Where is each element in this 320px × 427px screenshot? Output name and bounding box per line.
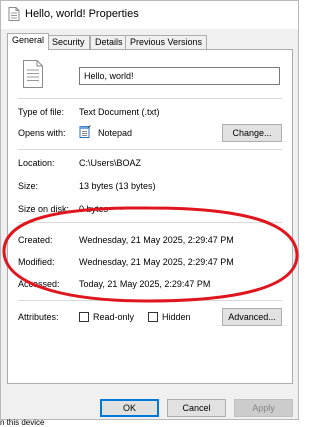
accessed-value: Today, 21 May 2025, 2:29:47 PM [79, 279, 211, 289]
read-only-label: Read-only [93, 312, 135, 322]
file-name-input[interactable]: Hello, world! [79, 67, 280, 85]
hidden-label: Hidden [162, 312, 191, 322]
cancel-button[interactable]: Cancel [167, 399, 226, 417]
size-on-disk-label: Size on disk: [18, 204, 70, 214]
created-value: Wednesday, 21 May 2025, 2:29:47 PM [79, 235, 234, 245]
separator [18, 222, 282, 223]
text-file-icon [8, 7, 20, 21]
tab-security[interactable]: Security [47, 35, 90, 49]
tab-details[interactable]: Details [90, 35, 128, 49]
general-panel: Hello, world! Type of file: Text Documen… [7, 49, 293, 384]
size-value: 13 bytes (13 bytes) [79, 181, 156, 191]
hidden-checkbox[interactable] [148, 312, 158, 322]
ok-button[interactable]: OK [100, 399, 159, 417]
attributes-label: Attributes: [18, 312, 59, 322]
text-file-icon [23, 60, 43, 88]
separator [18, 149, 282, 150]
notepad-icon [79, 125, 91, 138]
properties-dialog: Hello, world! Properties General Securit… [0, 0, 299, 420]
opens-with-value: Notepad [98, 128, 133, 138]
location-label: Location: [18, 158, 55, 168]
type-of-file-value: Text Document (.txt) [79, 107, 160, 117]
tab-previous-versions[interactable]: Previous Versions [125, 35, 208, 49]
tab-general[interactable]: General [7, 33, 50, 50]
advanced-button[interactable]: Advanced... [222, 308, 282, 326]
opens-with-label: Opens with: [18, 128, 66, 138]
modified-label: Modified: [18, 257, 55, 267]
apply-button[interactable]: Apply [234, 399, 293, 417]
separator [18, 300, 282, 301]
modified-value: Wednesday, 21 May 2025, 2:29:47 PM [79, 257, 234, 267]
window-title: Hello, world! Properties [25, 8, 139, 20]
title-bar: Hello, world! Properties [1, 1, 298, 29]
accessed-label: Accessed: [18, 279, 60, 289]
change-button[interactable]: Change... [222, 124, 282, 142]
location-value: C:\Users\BOAZ [79, 158, 142, 168]
size-label: Size: [18, 181, 39, 191]
type-of-file-label: Type of file: [18, 107, 65, 117]
size-on-disk-value: 0 bytes [79, 204, 109, 214]
created-label: Created: [18, 235, 53, 245]
separator [18, 98, 282, 99]
read-only-checkbox[interactable] [79, 312, 89, 322]
